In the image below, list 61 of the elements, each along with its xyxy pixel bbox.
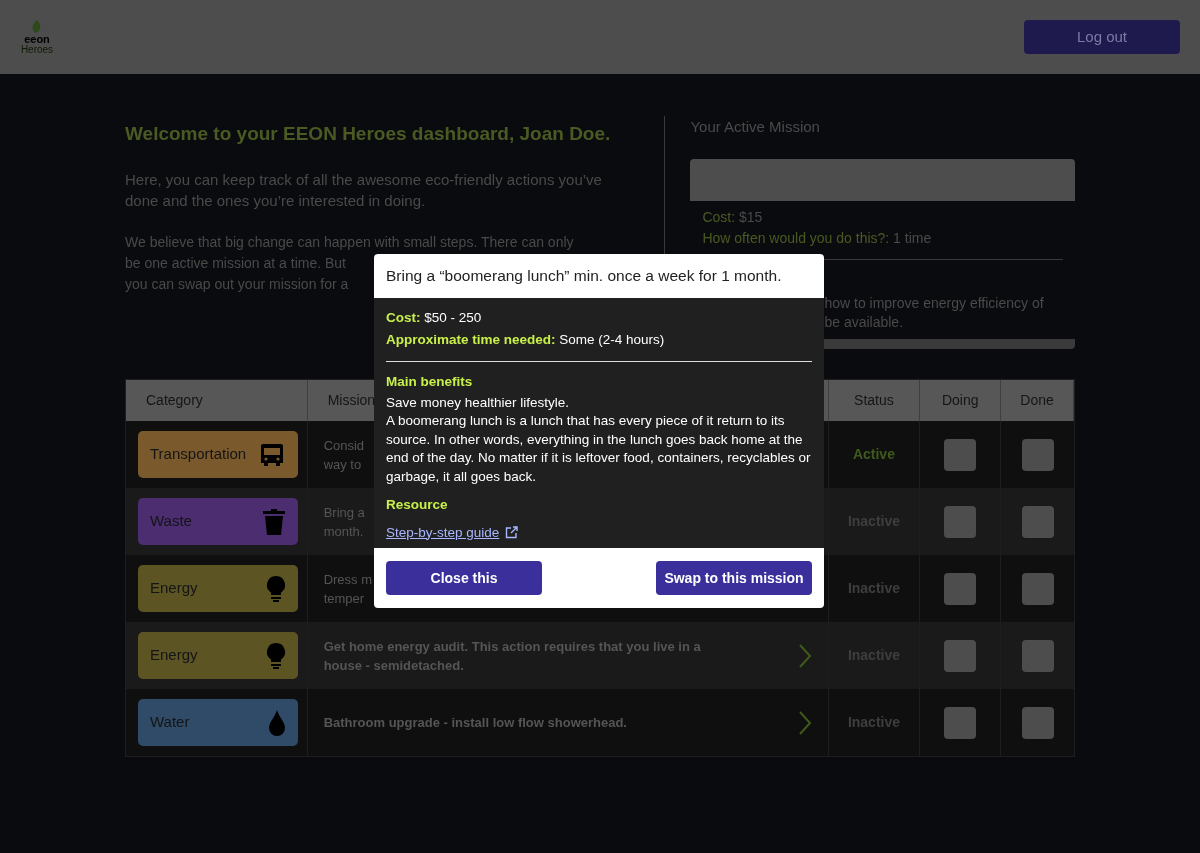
swap-mission-button[interactable]: Swap to this mission — [656, 561, 812, 595]
column-header: Category — [146, 391, 203, 410]
mission-text: Bring a — [323, 503, 365, 522]
cost-line: Cost: $50 - 250 — [386, 309, 483, 327]
checkbox[interactable] — [1021, 505, 1054, 538]
chevron-right-icon[interactable] — [797, 710, 812, 735]
mission-text: Dress m — [323, 570, 372, 589]
category-label: Water — [150, 712, 190, 733]
mission-text: Bathroom upgrade - install low flow showerhead. — [323, 714, 627, 732]
category-label: Transportation — [150, 444, 247, 465]
active-mission-heading: Your Active Mission — [690, 117, 821, 137]
description-line: be available. — [824, 312, 904, 332]
trash-icon — [262, 507, 286, 536]
checkbox[interactable] — [944, 438, 977, 471]
external-link-icon — [505, 526, 519, 540]
category-label: Waste — [150, 511, 192, 532]
checkbox[interactable] — [944, 572, 977, 605]
mission-text: temper — [323, 589, 365, 608]
checkbox[interactable] — [944, 706, 977, 739]
close-button[interactable]: Close this — [386, 561, 542, 595]
category-label: Energy — [150, 578, 198, 599]
status-text: Active — [852, 445, 895, 464]
checkbox[interactable] — [944, 505, 977, 538]
guide-link[interactable]: Step-by-step guide — [386, 522, 500, 543]
mission-text: house - semidetached. — [323, 656, 464, 675]
column-header: Status — [854, 391, 894, 410]
mission-text: Get home energy audit. This action requires that you live in a — [323, 637, 701, 656]
checkbox[interactable] — [1021, 639, 1054, 672]
lightbulb-icon — [266, 574, 286, 603]
column-header: Mission — [327, 391, 376, 410]
resource-heading: Resource — [386, 496, 449, 515]
logout-button[interactable]: Log out — [1024, 20, 1180, 54]
intro-paragraph: Here, you can keep track of all the awesome eco-friendly actions you’ve done and the ones you’re interested in doing. — [125, 169, 603, 211]
benefits-text: Save money healthier lifestyle. — [386, 393, 571, 412]
paragraph-line: you can swap out your mission for a — [125, 274, 349, 294]
lightbulb-icon — [266, 641, 286, 670]
cost-line: Cost: $15 — [702, 207, 764, 227]
mission-text: way to — [323, 455, 362, 474]
checkbox[interactable] — [944, 639, 977, 672]
mission-text: Consid — [323, 436, 365, 455]
leaf-icon — [31, 19, 43, 34]
logo-text: eeon — [24, 33, 50, 44]
modal-title: Bring a “boomerang lunch” min. once a week for 1 month. — [386, 266, 782, 287]
time-line: Approximate time needed: Some (2-4 hours) — [386, 331, 666, 350]
paragraph-line: be one active mission at a time. But — [125, 253, 346, 273]
frequency-line: How often would you do this?: 1 time — [702, 228, 933, 248]
checkbox[interactable] — [1021, 706, 1054, 739]
water-drop-icon — [268, 708, 286, 737]
welcome-heading: Welcome to your EEON Heroes dashboard, Joan Doe. — [125, 122, 612, 146]
column-header: Done — [1020, 391, 1054, 410]
checkbox[interactable] — [1021, 438, 1054, 471]
benefits-heading: Main benefits — [386, 372, 474, 391]
checkbox[interactable] — [1021, 572, 1054, 605]
benefits-text: A boomerang lunch is a lunch that has every piece of it return to its source. In other words, everything in the lunch goes back home at the end of the day. No matter if it is leftover food, containers, recyclables or garbage, it all goes back. — [386, 412, 812, 486]
column-header: Doing — [941, 391, 979, 410]
description-line: how to improve energy efficiency of — [824, 293, 1044, 313]
category-label: Energy — [150, 645, 198, 666]
paragraph-line: We believe that big change can happen with small steps. There can only — [125, 232, 574, 252]
chevron-right-icon[interactable] — [797, 643, 812, 668]
logo-subtext: Heroes — [20, 43, 54, 55]
mission-text: month. — [323, 522, 364, 541]
